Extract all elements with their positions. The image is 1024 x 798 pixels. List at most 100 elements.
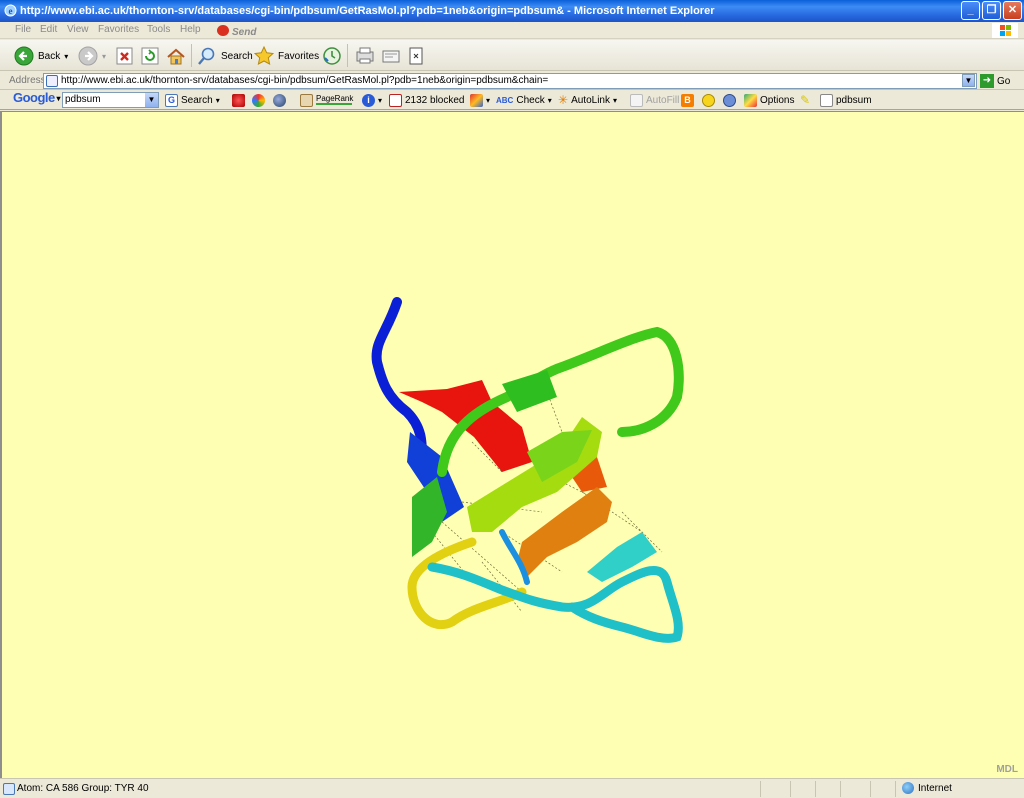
google-search-dropdown-arrow[interactable]: ▾ — [216, 96, 220, 105]
page-status-icon — [3, 783, 15, 795]
refresh-button[interactable] — [141, 44, 159, 68]
status-cell-2 — [790, 781, 791, 797]
menu-file[interactable]: File — [15, 24, 31, 35]
edit-button[interactable] — [408, 44, 424, 68]
send-label: Send — [232, 27, 257, 38]
info-dropdown-icon[interactable]: ▾ — [378, 96, 382, 105]
go-arrow-icon: ➜ — [980, 74, 994, 88]
blogger-button[interactable]: B — [681, 92, 694, 108]
forward-dropdown-icon[interactable]: ▾ — [102, 52, 106, 61]
star-icon — [254, 46, 274, 65]
status-text: Atom: CA 586 Group: TYR 40 — [17, 783, 149, 794]
search-term-button[interactable]: pdbsum — [820, 92, 872, 108]
menu-view[interactable]: View — [67, 24, 89, 35]
home-button[interactable] — [166, 44, 186, 68]
autofill-icon — [630, 93, 643, 107]
highlighter-button[interactable]: ✎ — [800, 92, 810, 108]
svg-text:e: e — [9, 6, 13, 16]
forward-button[interactable]: ▾ — [78, 44, 106, 68]
minimize-button[interactable]: _ — [961, 1, 980, 20]
popup-blocked-icon — [389, 93, 402, 107]
ribbon-loop-teal — [427, 562, 683, 643]
autolink-wand-icon: ✳ — [558, 93, 569, 107]
mail-button[interactable] — [355, 44, 375, 68]
vote-up-button[interactable] — [702, 92, 715, 108]
mdl-watermark: MDL — [996, 764, 1018, 775]
status-cell-1 — [760, 781, 761, 797]
mail-icon — [356, 47, 374, 64]
status-bar: Atom: CA 586 Group: TYR 40 Internet — [0, 778, 1024, 798]
history-icon — [323, 47, 341, 65]
search-button[interactable]: Search — [197, 44, 253, 68]
back-label: Back — [38, 50, 61, 62]
status-cell-5 — [870, 781, 871, 797]
vote-down-button[interactable] — [723, 92, 736, 108]
google-images-button[interactable] — [252, 92, 265, 108]
go-label: Go — [997, 75, 1011, 87]
back-button[interactable]: Back ▾ — [14, 44, 68, 68]
google-search-button[interactable]: G Search ▾ — [165, 92, 220, 108]
translate-dropdown-icon[interactable]: ▾ — [486, 96, 490, 105]
google-search-input[interactable]: pdbsum ▼ — [62, 92, 159, 108]
term-icon — [820, 93, 833, 107]
google-pagerank-button[interactable]: PageRank — [300, 92, 354, 108]
options-button[interactable]: Options — [744, 92, 794, 108]
address-dropdown-button[interactable]: ▼ — [962, 74, 975, 87]
back-dropdown-icon[interactable]: ▾ — [64, 52, 68, 61]
close-button[interactable]: ✕ — [1003, 1, 1022, 20]
security-zone: Internet — [902, 782, 952, 794]
address-label: Address — [9, 75, 46, 86]
send-icon — [217, 25, 229, 36]
autolink-dropdown-icon[interactable]: ▾ — [613, 96, 617, 105]
search-label: Search — [221, 50, 253, 62]
google-search-label: Search — [181, 94, 213, 106]
history-button[interactable] — [322, 44, 342, 68]
autofill-button[interactable]: AutoFill — [630, 92, 679, 108]
ribbon-arrow-green — [502, 370, 557, 412]
google-logo-text: Google — [13, 90, 55, 105]
menu-favorites[interactable]: Favorites — [98, 24, 139, 35]
options-label: Options — [760, 94, 795, 106]
info-icon: i — [362, 93, 375, 107]
stop-button[interactable] — [116, 44, 133, 68]
google-logo[interactable]: Google ▾ — [13, 90, 61, 105]
send-button[interactable]: Send — [214, 23, 256, 38]
windows-logo-icon — [992, 23, 1018, 38]
ie-icon: e — [4, 4, 17, 17]
google-info-button[interactable]: i ▾ — [362, 92, 382, 108]
menu-help[interactable]: Help — [180, 24, 201, 35]
menu-tools[interactable]: Tools — [147, 24, 170, 35]
autolink-button[interactable]: ✳ AutoLink ▾ — [558, 92, 617, 108]
images-icon — [252, 93, 265, 107]
spell-check-button[interactable]: ABC Check ▾ — [496, 92, 552, 108]
site-search-icon — [232, 93, 245, 107]
menu-edit[interactable]: Edit — [40, 24, 57, 35]
go-button[interactable]: ➜ Go — [980, 74, 1010, 88]
standard-toolbar: Back ▾ ▾ Search Favorites — [0, 40, 1024, 71]
restore-button[interactable]: ❐ — [982, 1, 1001, 20]
autofill-label: AutoFill — [646, 94, 680, 106]
popup-blocker-button[interactable]: 2132 blocked — [389, 92, 465, 108]
print-icon — [382, 50, 400, 63]
print-button[interactable] — [381, 44, 401, 68]
google-news-button[interactable] — [273, 92, 286, 108]
forward-arrow-icon — [78, 46, 98, 66]
google-search-dropdown-icon[interactable]: ▼ — [145, 93, 158, 107]
refresh-icon — [141, 47, 159, 65]
page-content[interactable]: MDL — [0, 111, 1024, 778]
window-titlebar[interactable]: e http://www.ebi.ac.uk/thornton-srv/data… — [0, 0, 1024, 22]
highlight-button[interactable]: ▾ — [470, 92, 490, 108]
favorites-label: Favorites — [278, 50, 320, 62]
check-dropdown-icon[interactable]: ▾ — [548, 96, 552, 105]
stop-icon — [116, 47, 133, 65]
home-icon — [167, 48, 185, 64]
ribbon-loop-yellow — [407, 537, 527, 629]
google-site-search-button[interactable] — [232, 92, 245, 108]
google-query: pdbsum — [65, 94, 101, 105]
menu-bar: File Edit View Favorites Tools Help Send — [0, 22, 1024, 39]
protein-ribbon-view[interactable] — [2, 112, 1024, 778]
address-input[interactable]: http://www.ebi.ac.uk/thornton-srv/databa… — [43, 73, 977, 89]
favorites-button[interactable]: Favorites — [254, 44, 319, 68]
status-cell-6 — [895, 781, 896, 797]
pagerank-label: PageRank — [316, 94, 354, 105]
